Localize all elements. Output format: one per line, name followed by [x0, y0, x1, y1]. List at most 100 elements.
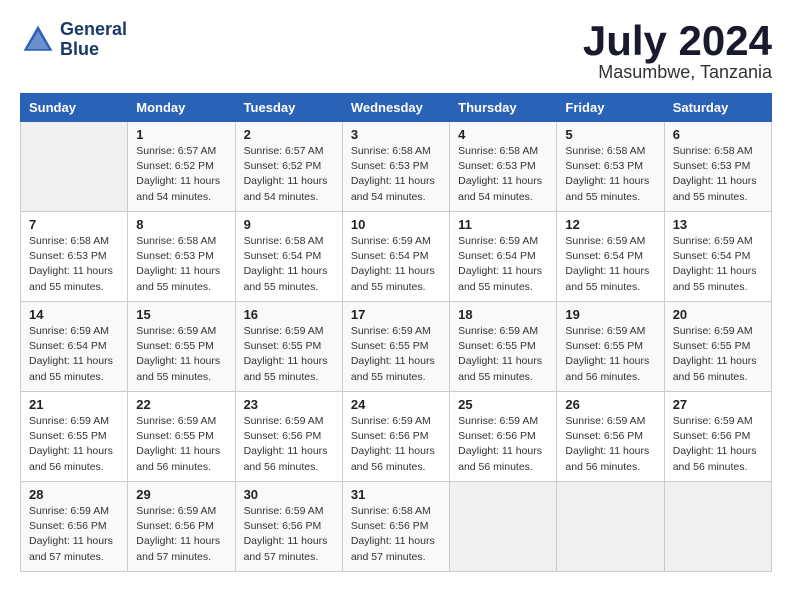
day-info: Sunrise: 6:59 AMSunset: 6:56 PMDaylight:… [673, 414, 763, 475]
day-number: 13 [673, 217, 763, 232]
week-row-2: 7 Sunrise: 6:58 AMSunset: 6:53 PMDaylight… [21, 212, 772, 302]
day-number: 30 [244, 487, 334, 502]
calendar-cell: 26 Sunrise: 6:59 AMSunset: 6:56 PMDayligh… [557, 392, 664, 482]
calendar-cell: 12 Sunrise: 6:59 AMSunset: 6:54 PMDayligh… [557, 212, 664, 302]
column-header-tuesday: Tuesday [235, 94, 342, 122]
day-info: Sunrise: 6:59 AMSunset: 6:55 PMDaylight:… [351, 324, 441, 385]
day-number: 17 [351, 307, 441, 322]
day-number: 22 [136, 397, 226, 412]
day-info: Sunrise: 6:59 AMSunset: 6:56 PMDaylight:… [565, 414, 655, 475]
day-info: Sunrise: 6:59 AMSunset: 6:56 PMDaylight:… [351, 414, 441, 475]
column-header-monday: Monday [128, 94, 235, 122]
day-info: Sunrise: 6:59 AMSunset: 6:56 PMDaylight:… [244, 504, 334, 565]
day-info: Sunrise: 6:59 AMSunset: 6:54 PMDaylight:… [673, 234, 763, 295]
day-info: Sunrise: 6:57 AMSunset: 6:52 PMDaylight:… [244, 144, 334, 205]
week-row-4: 21 Sunrise: 6:59 AMSunset: 6:55 PMDayligh… [21, 392, 772, 482]
calendar-table: SundayMondayTuesdayWednesdayThursdayFrid… [20, 93, 772, 572]
day-info: Sunrise: 6:58 AMSunset: 6:54 PMDaylight:… [244, 234, 334, 295]
calendar-cell: 16 Sunrise: 6:59 AMSunset: 6:55 PMDayligh… [235, 302, 342, 392]
column-header-saturday: Saturday [664, 94, 771, 122]
calendar-cell [664, 482, 771, 572]
logo-line2: Blue [60, 40, 127, 60]
day-number: 27 [673, 397, 763, 412]
day-info: Sunrise: 6:59 AMSunset: 6:56 PMDaylight:… [29, 504, 119, 565]
day-number: 20 [673, 307, 763, 322]
day-number: 14 [29, 307, 119, 322]
calendar-cell: 24 Sunrise: 6:59 AMSunset: 6:56 PMDayligh… [342, 392, 449, 482]
day-info: Sunrise: 6:59 AMSunset: 6:55 PMDaylight:… [244, 324, 334, 385]
day-number: 19 [565, 307, 655, 322]
calendar-cell: 6 Sunrise: 6:58 AMSunset: 6:53 PMDaylight… [664, 122, 771, 212]
day-number: 11 [458, 217, 548, 232]
day-info: Sunrise: 6:58 AMSunset: 6:53 PMDaylight:… [351, 144, 441, 205]
calendar-cell: 23 Sunrise: 6:59 AMSunset: 6:56 PMDayligh… [235, 392, 342, 482]
week-row-1: 1 Sunrise: 6:57 AMSunset: 6:52 PMDaylight… [21, 122, 772, 212]
day-info: Sunrise: 6:58 AMSunset: 6:53 PMDaylight:… [458, 144, 548, 205]
week-row-3: 14 Sunrise: 6:59 AMSunset: 6:54 PMDayligh… [21, 302, 772, 392]
logo-icon [20, 22, 56, 58]
day-number: 23 [244, 397, 334, 412]
calendar-cell: 25Sunrise: 6:59 AMSunset: 6:56 PMDayligh… [450, 392, 557, 482]
calendar-cell: 8Sunrise: 6:58 AMSunset: 6:53 PMDaylight… [128, 212, 235, 302]
day-number: 21 [29, 397, 119, 412]
day-info: Sunrise: 6:59 AMSunset: 6:55 PMDaylight:… [29, 414, 119, 475]
day-number: 1 [136, 127, 226, 142]
calendar-cell: 31Sunrise: 6:58 AMSunset: 6:56 PMDayligh… [342, 482, 449, 572]
day-info: Sunrise: 6:59 AMSunset: 6:56 PMDaylight:… [244, 414, 334, 475]
calendar-cell: 10 Sunrise: 6:59 AMSunset: 6:54 PMDayligh… [342, 212, 449, 302]
day-number: 5 [565, 127, 655, 142]
calendar-cell: 3 Sunrise: 6:58 AMSunset: 6:53 PMDaylight… [342, 122, 449, 212]
column-header-thursday: Thursday [450, 94, 557, 122]
day-info: Sunrise: 6:58 AMSunset: 6:53 PMDaylight:… [673, 144, 763, 205]
day-info: Sunrise: 6:58 AMSunset: 6:53 PMDaylight:… [29, 234, 119, 295]
day-number: 29 [136, 487, 226, 502]
column-header-sunday: Sunday [21, 94, 128, 122]
calendar-cell [450, 482, 557, 572]
day-number: 9 [244, 217, 334, 232]
day-number: 24 [351, 397, 441, 412]
calendar-cell [21, 122, 128, 212]
location: Masumbwe, Tanzania [583, 62, 772, 83]
day-number: 16 [244, 307, 334, 322]
calendar-cell: 17 Sunrise: 6:59 AMSunset: 6:55 PMDayligh… [342, 302, 449, 392]
day-number: 15 [136, 307, 226, 322]
day-number: 10 [351, 217, 441, 232]
day-info: Sunrise: 6:59 AMSunset: 6:55 PMDaylight:… [136, 414, 226, 475]
calendar-cell: 20 Sunrise: 6:59 AMSunset: 6:55 PMDayligh… [664, 302, 771, 392]
calendar-cell: 22 Sunrise: 6:59 AMSunset: 6:55 PMDayligh… [128, 392, 235, 482]
title-block: July 2024 Masumbwe, Tanzania [583, 20, 772, 83]
page-header: General Blue July 2024 Masumbwe, Tanzani… [20, 20, 772, 83]
day-info: Sunrise: 6:59 AMSunset: 6:54 PMDaylight:… [565, 234, 655, 295]
day-number: 31 [351, 487, 441, 502]
logo-text: General Blue [60, 20, 127, 60]
day-number: 18 [458, 307, 548, 322]
day-info: Sunrise: 6:59 AMSunset: 6:55 PMDaylight:… [673, 324, 763, 385]
day-number: 4 [458, 127, 548, 142]
day-number: 28 [29, 487, 119, 502]
month-year: July 2024 [583, 20, 772, 62]
calendar-cell: 13 Sunrise: 6:59 AMSunset: 6:54 PMDayligh… [664, 212, 771, 302]
day-number: 6 [673, 127, 763, 142]
day-number: 12 [565, 217, 655, 232]
day-info: Sunrise: 6:59 AMSunset: 6:54 PMDaylight:… [29, 324, 119, 385]
day-info: Sunrise: 6:59 AMSunset: 6:54 PMDaylight:… [458, 234, 548, 295]
column-header-friday: Friday [557, 94, 664, 122]
day-number: 7 [29, 217, 119, 232]
day-number: 8 [136, 217, 226, 232]
calendar-cell: 7 Sunrise: 6:58 AMSunset: 6:53 PMDaylight… [21, 212, 128, 302]
calendar-cell: 14 Sunrise: 6:59 AMSunset: 6:54 PMDayligh… [21, 302, 128, 392]
day-number: 2 [244, 127, 334, 142]
day-info: Sunrise: 6:59 AMSunset: 6:56 PMDaylight:… [136, 504, 226, 565]
day-info: Sunrise: 6:58 AMSunset: 6:53 PMDaylight:… [565, 144, 655, 205]
day-info: Sunrise: 6:59 AMSunset: 6:55 PMDaylight:… [565, 324, 655, 385]
calendar-cell: 1Sunrise: 6:57 AMSunset: 6:52 PMDaylight… [128, 122, 235, 212]
calendar-cell: 28 Sunrise: 6:59 AMSunset: 6:56 PMDayligh… [21, 482, 128, 572]
week-row-5: 28 Sunrise: 6:59 AMSunset: 6:56 PMDayligh… [21, 482, 772, 572]
calendar-cell: 2 Sunrise: 6:57 AMSunset: 6:52 PMDaylight… [235, 122, 342, 212]
day-number: 25 [458, 397, 548, 412]
day-info: Sunrise: 6:59 AMSunset: 6:55 PMDaylight:… [136, 324, 226, 385]
day-number: 3 [351, 127, 441, 142]
day-number: 26 [565, 397, 655, 412]
calendar-cell: 11 Sunrise: 6:59 AMSunset: 6:54 PMDayligh… [450, 212, 557, 302]
day-info: Sunrise: 6:59 AMSunset: 6:54 PMDaylight:… [351, 234, 441, 295]
